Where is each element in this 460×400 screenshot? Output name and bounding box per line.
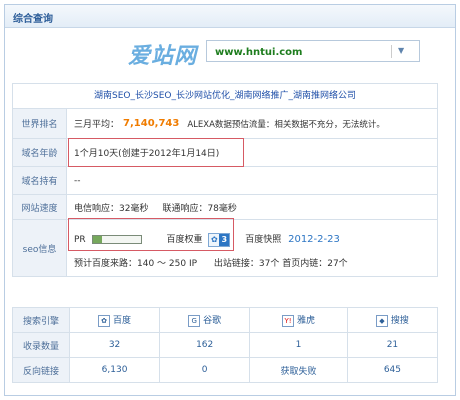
- site-title: 湖南SEO_长沙SEO_长沙网站优化_湖南网络推广_湖南推网络公司: [13, 84, 437, 109]
- chevron-down-icon[interactable]: ▼: [398, 46, 412, 57]
- domain-input[interactable]: [213, 44, 367, 60]
- aizhan-logo: 爱站网: [128, 44, 198, 69]
- engine-name-google: 谷歌: [203, 316, 222, 327]
- engine-name-baidu: 百度: [113, 316, 132, 327]
- backlinks-label: 反向链接: [12, 357, 70, 383]
- speed-label: 网站速度: [13, 195, 67, 219]
- world-rank-prefix: 三月平均：: [74, 120, 120, 130]
- engine-name-yahoo: 雅虎: [297, 316, 316, 327]
- engine-name-soso: 搜搜: [390, 316, 409, 327]
- soso-icon: ◆: [375, 314, 388, 327]
- google-icon: G: [188, 314, 201, 327]
- backlinks-yahoo[interactable]: 获取失败: [249, 357, 348, 383]
- snapshot-label: 百度快照: [245, 235, 282, 245]
- seo-rank-highlight: [68, 218, 234, 251]
- telecom-speed: 电信响应：32毫秒: [74, 203, 149, 214]
- backlinks-soso[interactable]: 645: [346, 357, 439, 383]
- indexed-label: 收录数量: [12, 332, 70, 358]
- world-rank-number: 7,140,743: [123, 118, 180, 129]
- speed-row: 网站速度 电信响应：32毫秒 联通响应：78毫秒: [13, 195, 437, 220]
- engine-header-label: 搜索引擎: [12, 307, 70, 333]
- backlinks-row: 反向链接 6,130 0 获取失败 645: [12, 357, 439, 383]
- seo-traffic-line: 预计百度来路：140 ～ 250 IP 出站链接：37个 首页内链：27个: [74, 256, 348, 269]
- snapshot-date[interactable]: 2012-2-23: [288, 234, 340, 245]
- baidu-traffic: 预计百度来路：140 ～ 250 IP: [74, 259, 198, 269]
- indexed-row: 收录数量 32 162 1 21: [12, 332, 439, 358]
- engine-baidu: ✿ 百度: [68, 307, 161, 333]
- indexed-soso[interactable]: 21: [346, 332, 439, 358]
- domain-age-label: 域名年龄: [13, 139, 67, 166]
- yahoo-icon: Y!: [282, 314, 295, 327]
- domain-age-highlight: [68, 138, 244, 167]
- indexed-baidu[interactable]: 32: [68, 332, 161, 358]
- links-count: 出站链接：37个 首页内链：27个: [213, 259, 348, 269]
- engine-header-row: 搜索引擎 ✿ 百度 G 谷歌 Y! 雅虎 ◆ 搜搜: [12, 307, 439, 333]
- indexed-yahoo[interactable]: 1: [249, 332, 348, 358]
- speed-value: 电信响应：32毫秒 联通响应：78毫秒: [74, 195, 433, 219]
- domain-holder-row: 域名持有 --: [13, 167, 437, 195]
- engine-google: G 谷歌: [159, 307, 251, 333]
- panel-title-bar: 综合查询: [5, 5, 455, 28]
- search-engine-table: 搜索引擎 ✿ 百度 G 谷歌 Y! 雅虎 ◆ 搜搜 收录数量 32 162 1 21 反…: [12, 307, 439, 383]
- backlinks-google[interactable]: 0: [159, 357, 251, 383]
- engine-yahoo: Y! 雅虎: [249, 307, 348, 333]
- world-rank-value: 三月平均： 7,140,743 ALEXA数据预估流量：相关数据不充分，无法统计…: [74, 109, 433, 138]
- indexed-google[interactable]: 162: [159, 332, 251, 358]
- domain-holder-value: --: [74, 175, 81, 186]
- panel-title: 综合查询: [13, 14, 53, 25]
- dropdown-separator: [391, 45, 392, 58]
- domain-search-box[interactable]: ▼: [206, 40, 420, 62]
- unicom-speed: 联通响应：78毫秒: [162, 203, 237, 214]
- alexa-traffic-note: ALEXA数据预估流量：相关数据不充分，无法统计。: [187, 119, 385, 130]
- domain-holder-label: 域名持有: [13, 167, 67, 194]
- world-rank-label: 世界排名: [13, 109, 67, 138]
- baidu-icon: ✿: [98, 314, 111, 327]
- world-rank-row: 世界排名 三月平均： 7,140,743 ALEXA数据预估流量：相关数据不充分…: [13, 109, 437, 139]
- seo-info-label: seo信息: [13, 220, 67, 276]
- engine-soso: ◆ 搜搜: [346, 307, 439, 333]
- backlinks-baidu[interactable]: 6,130: [68, 357, 161, 383]
